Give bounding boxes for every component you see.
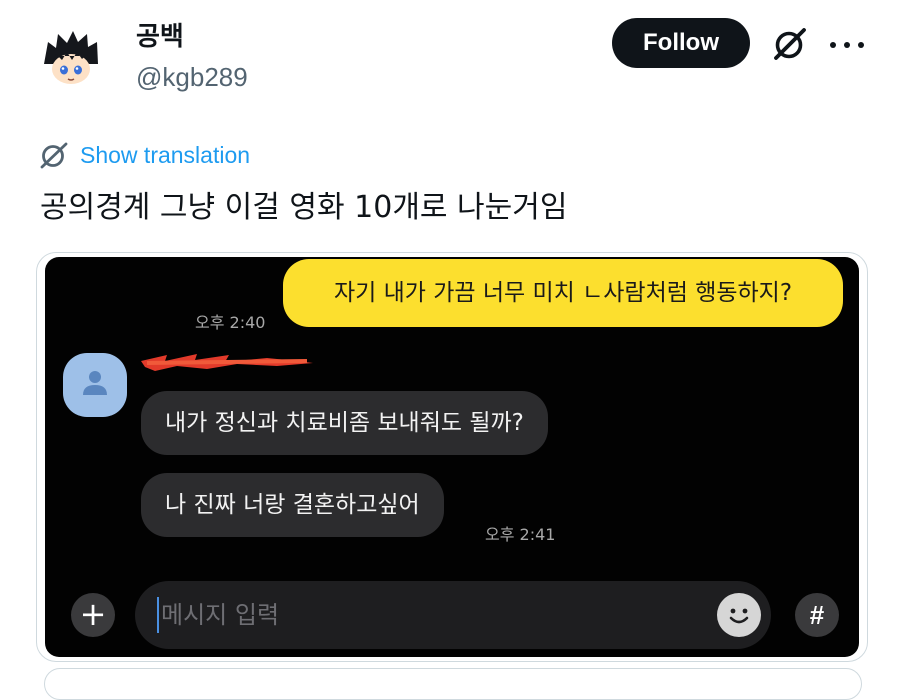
incoming-message-bubble: 나 진짜 너랑 결혼하고싶어 bbox=[141, 473, 444, 537]
anime-character-avatar-icon bbox=[40, 28, 102, 90]
message-timestamp: 오후 2:40 bbox=[195, 313, 266, 332]
next-card-edge bbox=[44, 668, 862, 700]
author-handle[interactable]: @kgb289 bbox=[136, 62, 248, 93]
incoming-message-bubble: 내가 정신과 치료비좀 보내줘도 될까? bbox=[141, 391, 548, 455]
emoji-icon[interactable] bbox=[717, 593, 761, 637]
text-caret bbox=[157, 597, 159, 633]
author-display-name[interactable]: 공백 bbox=[136, 16, 184, 53]
redacted-name-scribble bbox=[141, 354, 313, 371]
outgoing-message-bubble: 자기 내가 가끔 너무 미치 ㄴ사람처럼 행동하지? bbox=[283, 259, 843, 327]
person-silhouette-icon bbox=[83, 371, 107, 395]
message-input[interactable] bbox=[135, 581, 771, 649]
plus-icon[interactable]: + bbox=[71, 593, 115, 637]
message-timestamp: 오후 2:41 bbox=[485, 525, 556, 544]
show-translation-link[interactable]: Show translation bbox=[38, 138, 250, 172]
hashtag-icon[interactable]: # bbox=[795, 593, 839, 637]
follow-button[interactable]: Follow bbox=[612, 18, 750, 68]
translate-globe-icon bbox=[40, 142, 68, 169]
grok-icon[interactable] bbox=[770, 24, 810, 64]
tweet-text: 공의경계 그냥 이걸 영화 10개로 나눈거임 bbox=[40, 190, 568, 225]
show-translation-label: Show translation bbox=[80, 141, 251, 168]
more-dots-icon[interactable] bbox=[830, 40, 864, 50]
tweet-media-card[interactable]: 자기 내가 가끔 너무 미치 ㄴ사람처럼 행동하지? 오후 2:40 내가 정신… bbox=[36, 252, 868, 662]
contact-avatar bbox=[63, 353, 127, 417]
author-avatar[interactable] bbox=[40, 28, 102, 90]
chat-screenshot: 자기 내가 가끔 너무 미치 ㄴ사람처럼 행동하지? 오후 2:40 내가 정신… bbox=[45, 257, 859, 657]
